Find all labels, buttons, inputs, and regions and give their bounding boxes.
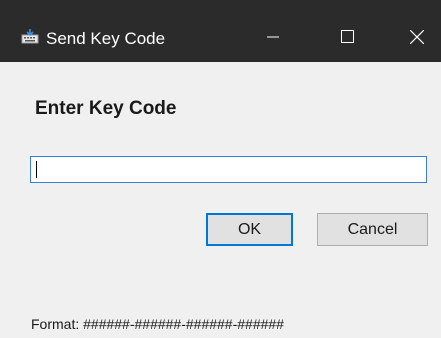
dialog-heading: Enter Key Code (35, 98, 177, 119)
minimize-button[interactable] (250, 22, 296, 56)
minimize-icon (267, 30, 279, 48)
close-button[interactable] (394, 22, 440, 56)
maximize-button[interactable] (324, 22, 370, 56)
send-key-code-dialog: Send Key Code Enter Key Code OK Cancel F… (0, 0, 441, 338)
key-code-input[interactable] (30, 156, 427, 183)
cancel-button[interactable]: Cancel (317, 213, 428, 246)
keyboard-app-icon (21, 29, 39, 44)
format-hint: Format: ######-######-######-###### (31, 316, 284, 332)
ok-button[interactable]: OK (206, 213, 293, 246)
title-bar[interactable]: Send Key Code (0, 0, 441, 62)
window-title: Send Key Code (46, 29, 166, 48)
maximize-icon (340, 30, 354, 48)
text-caret (36, 161, 37, 178)
close-icon (409, 29, 425, 49)
